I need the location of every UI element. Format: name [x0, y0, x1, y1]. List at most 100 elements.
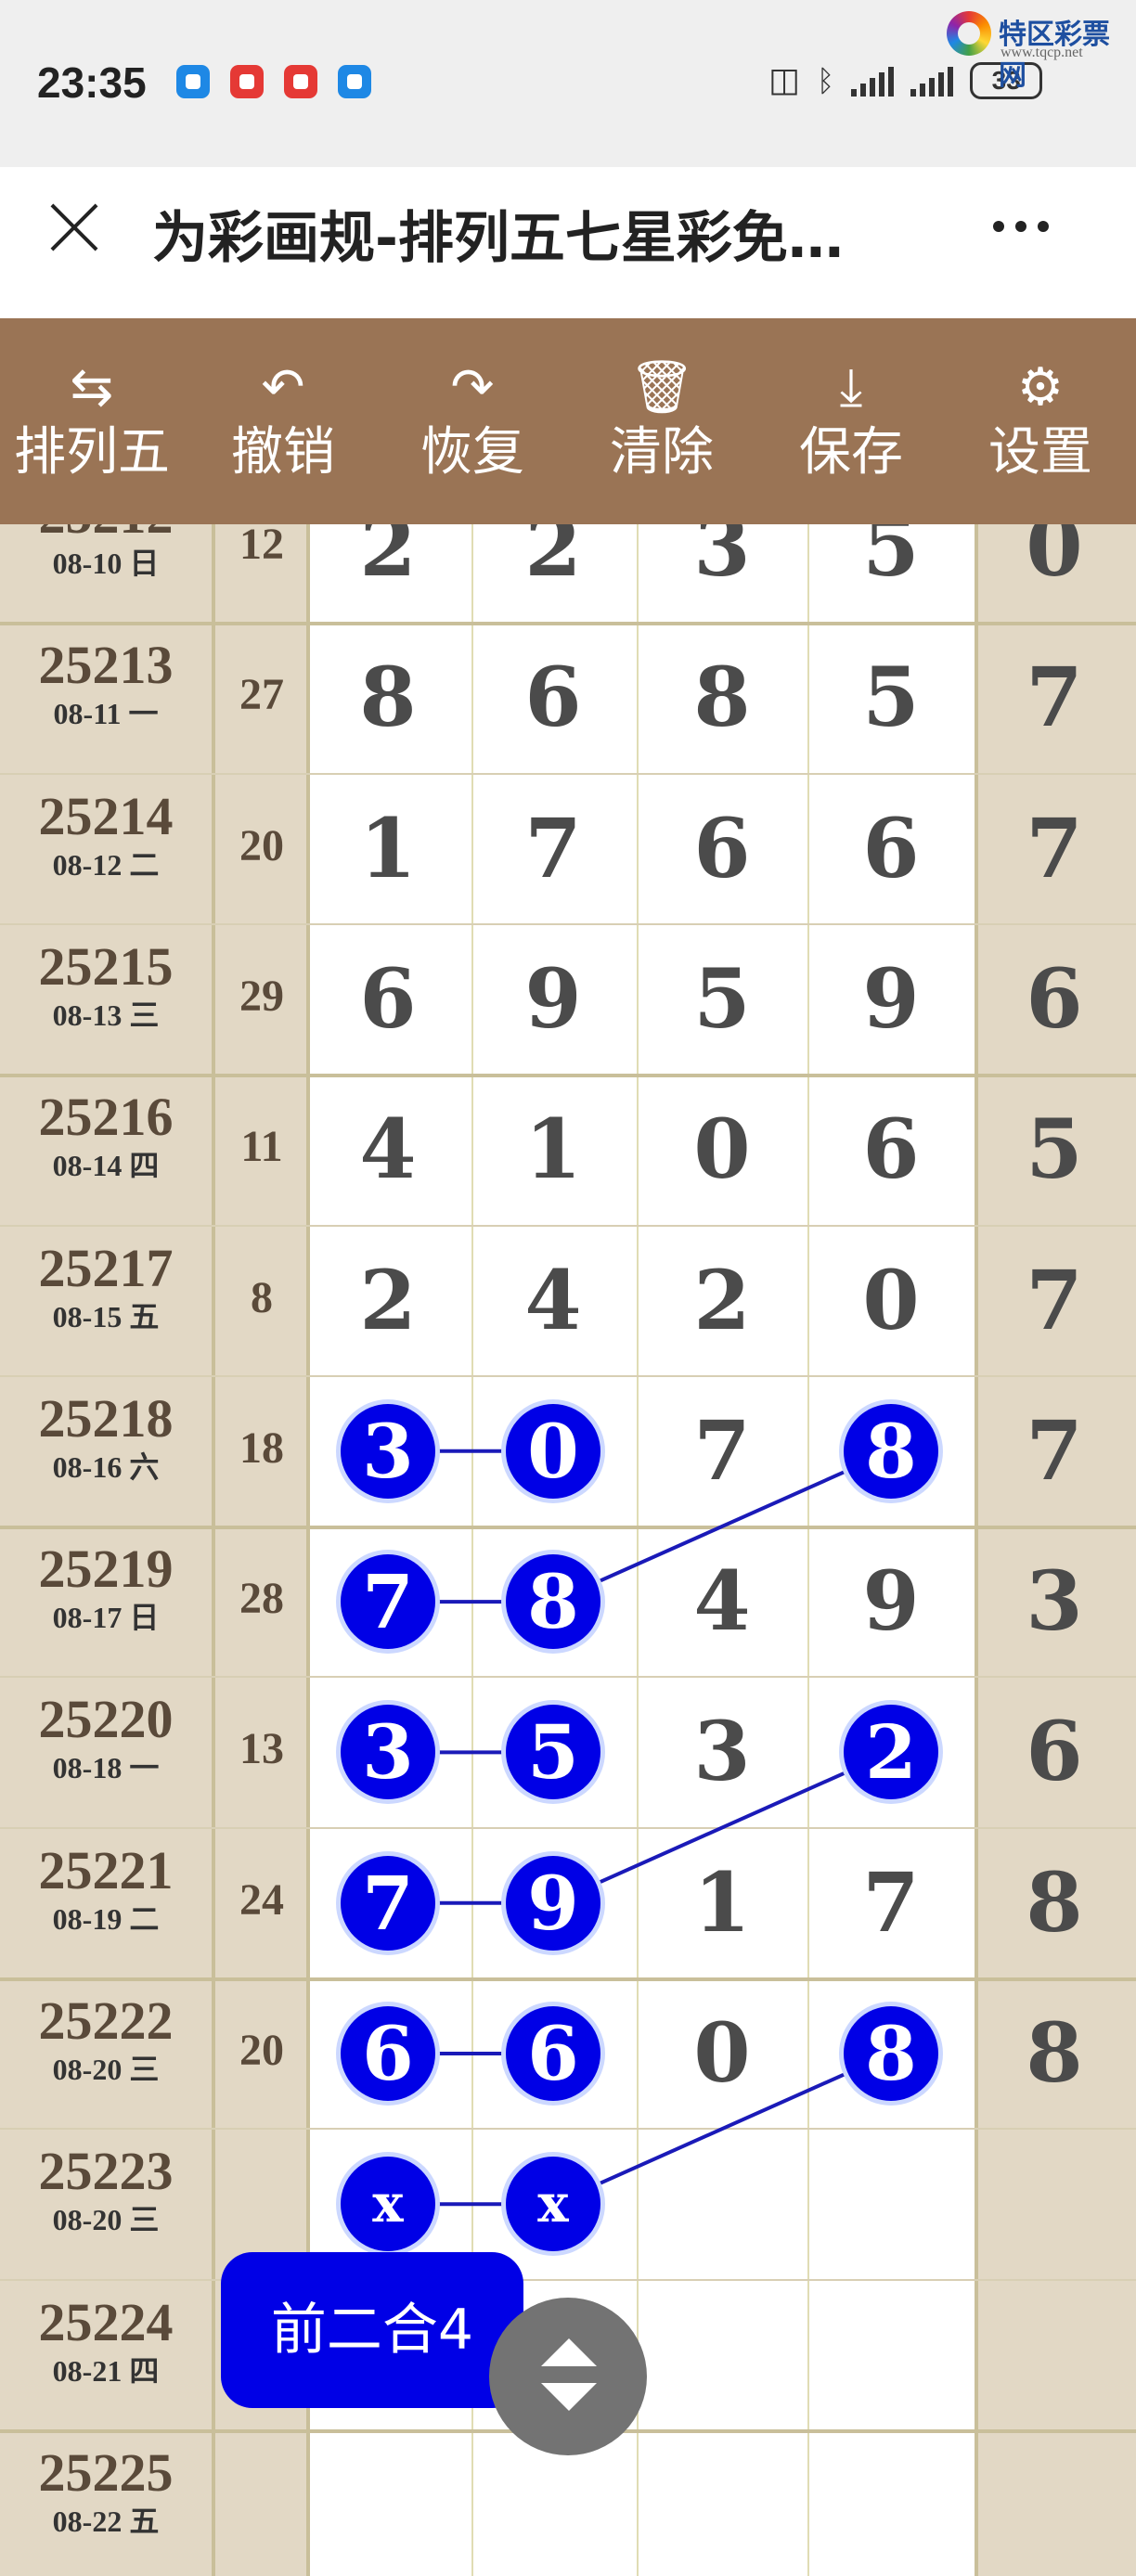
digit-cell[interactable]: 0 [666, 1102, 778, 1195]
digit-cell[interactable]: 4 [666, 1554, 778, 1647]
digit-cell[interactable]: 3 [999, 1554, 1110, 1647]
digit-cell[interactable]: 6 [999, 1705, 1110, 1797]
issue-date: 08-11 一 [53, 697, 159, 731]
marked-ball[interactable]: 8 [506, 1554, 600, 1650]
marked-ball[interactable]: 6 [341, 2006, 435, 2101]
digit-cell[interactable]: 1 [497, 1102, 609, 1195]
digit-cell[interactable]: 7 [497, 802, 609, 895]
digit-cell[interactable]: 3 [666, 1705, 778, 1797]
digit-cell[interactable]: 3 [666, 524, 778, 593]
digit-cell[interactable]: 9 [497, 952, 609, 1045]
table-row[interactable]: 25218 08-16 六 18 3 0 7 8 7 [0, 1376, 1136, 1526]
table-row[interactable]: 25219 08-17 日 28 7 8 4 9 3 [0, 1526, 1136, 1677]
digit-cell[interactable]: 6 [332, 952, 444, 1045]
clear-button[interactable]: 🗑 清除 [574, 318, 750, 524]
table-row[interactable]: 25215 08-13 三 29 6 9 5 9 6 [0, 924, 1136, 1075]
pattern-badge[interactable]: 前二合4 [221, 2252, 523, 2408]
digit-cell[interactable]: 2 [497, 524, 609, 593]
issue-cell: 2521208-10 日 [0, 524, 212, 582]
marked-ball[interactable]: 2 [844, 1705, 938, 1800]
marked-ball[interactable]: x [341, 2157, 435, 2252]
digit-cell[interactable]: 0 [835, 1254, 947, 1346]
digit-cell[interactable]: 8 [999, 1856, 1110, 1949]
digit-cell[interactable]: 7 [999, 1254, 1110, 1346]
issue-number: 25213 [38, 635, 174, 696]
digit-cell[interactable]: 7 [999, 1404, 1110, 1497]
issue-number: 25219 [38, 1539, 174, 1600]
marked-ball[interactable]: 3 [341, 1403, 435, 1499]
table-row[interactable]: 25214 08-12 二 20 1 7 6 6 7 [0, 774, 1136, 924]
more-icon[interactable] [993, 221, 1049, 232]
digit-cell[interactable]: 4 [497, 1254, 609, 1346]
marked-ball[interactable]: 3 [341, 1705, 435, 1800]
close-icon[interactable] [46, 200, 102, 255]
digit-cell[interactable]: 5 [666, 952, 778, 1045]
table-row[interactable]: 25222 08-20 三 20 6 6 0 8 8 [0, 1978, 1136, 2129]
digit-cell[interactable]: 2 [332, 524, 444, 593]
digit-cell[interactable]: 9 [835, 952, 947, 1045]
marked-ball[interactable]: 7 [341, 1554, 435, 1650]
digit-cell[interactable]: 2 [332, 1254, 444, 1346]
marked-ball[interactable]: 8 [844, 2006, 938, 2101]
digit-cell[interactable]: 6 [497, 650, 609, 743]
digit-cell[interactable]: 7 [666, 1404, 778, 1497]
health-app-icon [284, 65, 317, 98]
marked-ball[interactable]: 6 [506, 2006, 600, 2101]
issue-date: 08-20 三 [52, 2203, 160, 2237]
toolbar-label: 清除 [610, 422, 714, 483]
issue-date: 08-15 五 [52, 1299, 160, 1333]
digit-cell[interactable]: 7 [835, 1856, 947, 1949]
marked-ball[interactable]: 5 [506, 1705, 600, 1800]
digit-cell[interactable]: 7 [999, 650, 1110, 743]
issue-cell: 25217 08-15 五 [0, 1226, 212, 1335]
digit-cell[interactable]: 6 [835, 1102, 947, 1195]
table-row[interactable]: 25221 08-19 二 24 7 9 1 7 8 [0, 1828, 1136, 1978]
digit-cell[interactable]: 8 [332, 650, 444, 743]
issue-date: 08-16 六 [52, 1449, 160, 1484]
marked-ball[interactable]: 7 [341, 1855, 435, 1951]
table-row[interactable]: 25220 08-18 一 13 3 5 3 2 6 [0, 1677, 1136, 1827]
digit-cell[interactable]: 1 [666, 1856, 778, 1949]
digit-cell[interactable]: 6 [835, 802, 947, 895]
table-row[interactable]: 25223 08-20 三 xx [0, 2129, 1136, 2279]
digit-cell[interactable]: 0 [666, 2006, 778, 2099]
digit-cell[interactable]: 5 [835, 524, 947, 593]
digit-cell[interactable]: 8 [666, 650, 778, 743]
lottery-type-button[interactable]: ⇆ 排列五 [4, 318, 180, 524]
digit-cell[interactable]: 1 [332, 802, 444, 895]
watermark: 特区彩票网 www.tqcp.net [947, 7, 1136, 92]
toolbar-label: 排列五 [14, 422, 170, 483]
bluetooth-icon: ᛒ [817, 62, 835, 98]
digit-cell[interactable]: 6 [999, 952, 1110, 1045]
toolbar-label: 保存 [799, 422, 903, 483]
digit-cell[interactable]: 2 [666, 1254, 778, 1346]
scroll-toggle-button[interactable] [489, 2298, 647, 2455]
table-row[interactable]: 25216 08-14 四 11 4 1 0 6 5 [0, 1075, 1136, 1225]
digit-cell[interactable]: 5 [999, 1102, 1110, 1195]
toolbar-label: 设置 [988, 422, 1092, 483]
marked-ball[interactable]: x [506, 2157, 600, 2252]
marked-ball[interactable]: 9 [506, 1855, 600, 1951]
issue-number: 25212 [0, 524, 212, 545]
digit-cell[interactable]: 7 [999, 802, 1110, 895]
digit-cell[interactable]: 0 [999, 524, 1110, 593]
redo-button[interactable]: ↷ 恢复 [384, 318, 561, 524]
digit-cell[interactable]: 4 [332, 1102, 444, 1195]
marked-ball[interactable]: 8 [844, 1403, 938, 1499]
settings-button[interactable]: ⚙ 设置 [952, 318, 1129, 524]
watermark-logo-icon [947, 11, 991, 56]
digit-cell[interactable]: 5 [835, 650, 947, 743]
save-button[interactable]: ⤓ 保存 [763, 318, 939, 524]
digit-cell[interactable]: 9 [835, 1554, 947, 1647]
table-row[interactable]: 25213 08-11 一 27 8 6 8 5 7 [0, 623, 1136, 773]
undo-button[interactable]: ↶ 撤销 [195, 318, 371, 524]
message-app-icon [176, 65, 210, 98]
digit-cell[interactable]: 8 [999, 2006, 1110, 2099]
table-row[interactable]: 25217 08-15 五824207 [0, 1226, 1136, 1376]
nfc-icon: ◫ [768, 61, 801, 99]
marked-ball[interactable]: 0 [506, 1403, 600, 1499]
issue-cell: 25216 08-14 四 [0, 1075, 212, 1184]
table-row[interactable]: 2521208-10 日1222350 [0, 524, 1136, 623]
draw-grid[interactable]: 2521208-10 日12223502521308-11 一278685725… [0, 524, 1136, 2576]
digit-cell[interactable]: 6 [666, 802, 778, 895]
